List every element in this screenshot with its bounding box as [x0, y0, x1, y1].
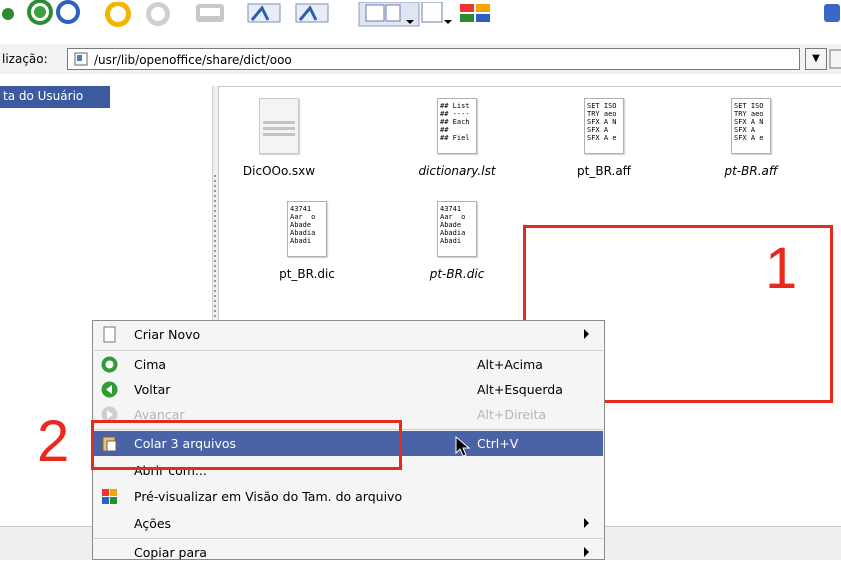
text-file-icon: SET ISO TRY aeo SFX A N SFX A SFX A e: [731, 98, 771, 154]
up-arrow-icon: [101, 356, 118, 373]
file-name: pt_BR.aff: [577, 164, 631, 178]
file-name: pt-BR.aff: [724, 164, 778, 178]
menu-item-back[interactable]: Voltar Alt+Esquerda: [94, 377, 603, 402]
menu-separator: [94, 538, 603, 539]
location-dropdown-button[interactable]: ▼: [805, 48, 827, 70]
tree-view-icon[interactable]: [458, 2, 494, 34]
file-item[interactable]: DicOOo.sxw: [219, 98, 339, 178]
file-name: pt-BR.dic: [429, 267, 485, 281]
location-bar: lização: /usr/lib/openoffice/share/dict/…: [0, 44, 841, 74]
document-icon: [259, 98, 299, 154]
file-item[interactable]: ## List ## ---- ## Each ## ## Fiel dicti…: [397, 98, 517, 178]
file-name: dictionary.lst: [418, 164, 496, 178]
annotation-label-1: 1: [765, 236, 798, 301]
blank-page-icon: [103, 326, 116, 343]
file-item[interactable]: 43741 Aar o Abade Abadia Abadi pt-BR.dic: [397, 201, 517, 281]
folder-icon: [74, 52, 88, 66]
menu-item-actions[interactable]: Ações: [94, 511, 603, 536]
menu-item-copy-to[interactable]: Copiar para: [94, 540, 603, 565]
file-name: pt_BR.dic: [279, 267, 335, 281]
submenu-arrow-icon: [584, 329, 589, 339]
text-file-icon: 43741 Aar o Abade Abadia Abadi: [287, 201, 327, 257]
text-file-icon: SET ISO TRY aeo SFX A N SFX A SFX A e: [584, 98, 624, 154]
annotation-label-2: 2: [37, 409, 70, 474]
splitter-grip[interactable]: [214, 175, 216, 325]
menu-separator: [94, 350, 603, 351]
menu-item-create-new[interactable]: Criar Novo: [94, 322, 603, 347]
icon-view-icon[interactable]: [358, 2, 420, 34]
text-file-icon: ## List ## ---- ## Each ## ## Fiel: [437, 98, 477, 154]
zoom-out-icon[interactable]: [292, 2, 332, 34]
submenu-arrow-icon: [584, 547, 589, 557]
text-file-icon: 43741 Aar o Abade Abadia Abadi: [437, 201, 477, 257]
sidebar-item-user-manual[interactable]: ta do Usuário: [0, 86, 110, 108]
app-logo-icon: [824, 4, 840, 22]
list-view-icon[interactable]: [420, 2, 456, 34]
file-name: DicOOo.sxw: [242, 164, 316, 178]
chevron-down-icon: ▼: [812, 53, 820, 64]
stop-icon[interactable]: [140, 2, 176, 34]
mouse-cursor-icon: [455, 436, 471, 457]
reload-icon[interactable]: [100, 2, 136, 34]
print-icon[interactable]: [190, 2, 230, 34]
file-item[interactable]: SET ISO TRY aeo SFX A N SFX A SFX A e pt…: [544, 98, 664, 178]
location-label: lização:: [2, 52, 48, 66]
toolbar: [0, 0, 841, 38]
back-arrow-icon: [101, 381, 118, 398]
file-item[interactable]: 43741 Aar o Abade Abadia Abadi pt_BR.dic: [247, 201, 367, 281]
zoom-in-icon[interactable]: [244, 2, 284, 34]
menu-item-preview[interactable]: Pré-visualizar em Visão do Tam. do arqui…: [94, 484, 603, 509]
preview-icon: [102, 489, 117, 504]
go-icon[interactable]: [829, 48, 841, 70]
up-arrow-icon[interactable]: [0, 0, 80, 32]
menu-item-up[interactable]: Cima Alt+Acima: [94, 352, 603, 377]
submenu-arrow-icon: [584, 518, 589, 528]
annotation-box-2: [91, 420, 402, 470]
location-input[interactable]: /usr/lib/openoffice/share/dict/ooo: [67, 48, 800, 70]
location-path: /usr/lib/openoffice/share/dict/ooo: [94, 53, 292, 67]
file-item[interactable]: SET ISO TRY aeo SFX A N SFX A SFX A e pt…: [691, 98, 811, 178]
